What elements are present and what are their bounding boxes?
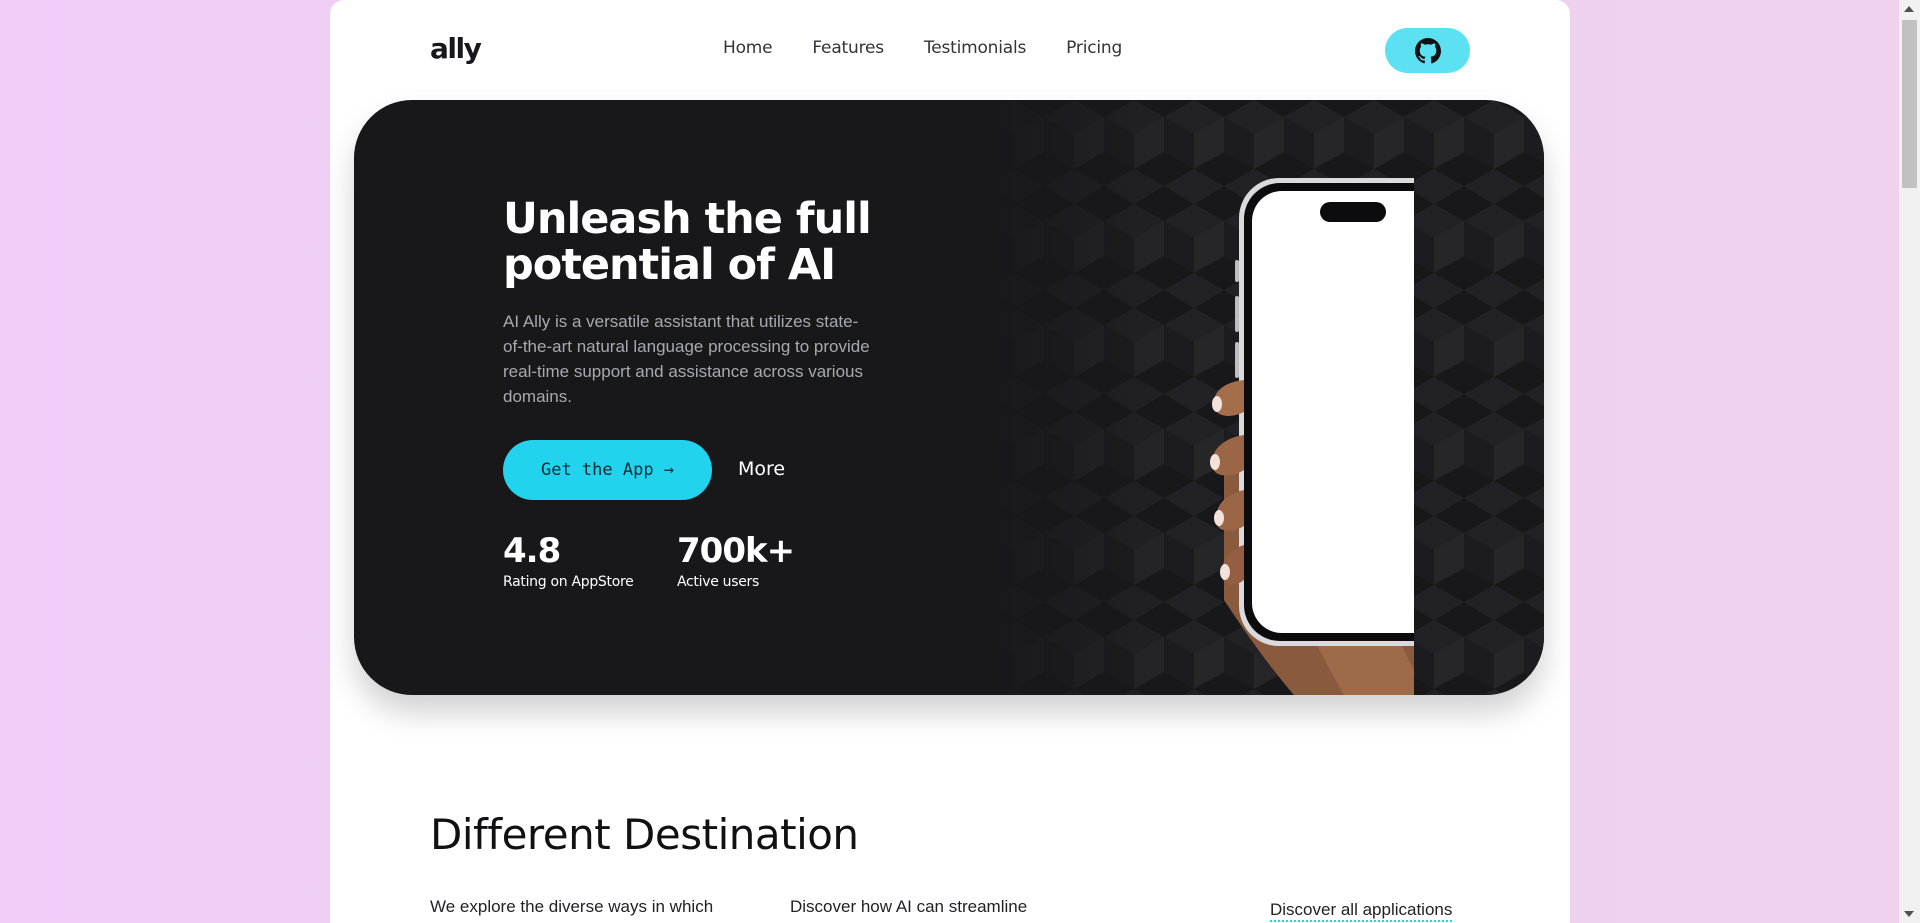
stat-users-label: Active users — [677, 574, 759, 590]
github-button[interactable] — [1385, 28, 1470, 73]
hero-section: Unleash the full potential of AI AI Ally… — [354, 100, 1544, 695]
hand-holding-phone-image — [1210, 178, 1414, 695]
main-menu: Home Features Testimonials Pricing — [723, 38, 1122, 58]
section-title: Different Destination — [430, 810, 859, 859]
hero-title: Unleash the full potential of AI — [503, 196, 963, 288]
ally-logo[interactable]: ally — [430, 32, 482, 65]
nav-link-home[interactable]: Home — [723, 38, 773, 58]
stat-users: 700k+ Active users — [677, 531, 795, 590]
more-link[interactable]: More — [738, 458, 785, 480]
get-the-app-button[interactable]: Get the App → — [503, 440, 712, 500]
github-icon — [1414, 37, 1441, 63]
hero-description: AI Ally is a versatile assistant that ut… — [503, 312, 870, 406]
hero-title-line-1: Unleash the full — [503, 194, 872, 244]
nav-link-features[interactable]: Features — [812, 38, 884, 58]
discover-all-applications-link[interactable]: Discover all applications — [1270, 900, 1453, 922]
section-column-2-text: Discover how AI can streamline — [790, 897, 1028, 916]
stat-rating-label: Rating on AppStore — [503, 574, 634, 590]
scrollbar-thumb[interactable] — [1902, 20, 1917, 188]
scroll-down-arrow-icon[interactable] — [1904, 911, 1914, 917]
nav-link-pricing[interactable]: Pricing — [1066, 38, 1122, 58]
hero-title-line-2: potential of AI — [503, 240, 836, 290]
page-container: ally Home Features Testimonials Pricing — [330, 0, 1570, 923]
nav-link-testimonials[interactable]: Testimonials — [924, 38, 1026, 58]
stat-rating: 4.8 Rating on AppStore — [503, 531, 634, 590]
top-navigation: ally Home Features Testimonials Pricing — [330, 0, 1570, 100]
stat-users-value: 700k+ — [677, 531, 795, 571]
section-column-1-text: We explore the diverse ways in which — [430, 897, 714, 916]
vertical-scrollbar[interactable] — [1899, 0, 1920, 923]
stat-rating-value: 4.8 — [503, 531, 561, 571]
scroll-up-arrow-icon[interactable] — [1904, 6, 1914, 12]
